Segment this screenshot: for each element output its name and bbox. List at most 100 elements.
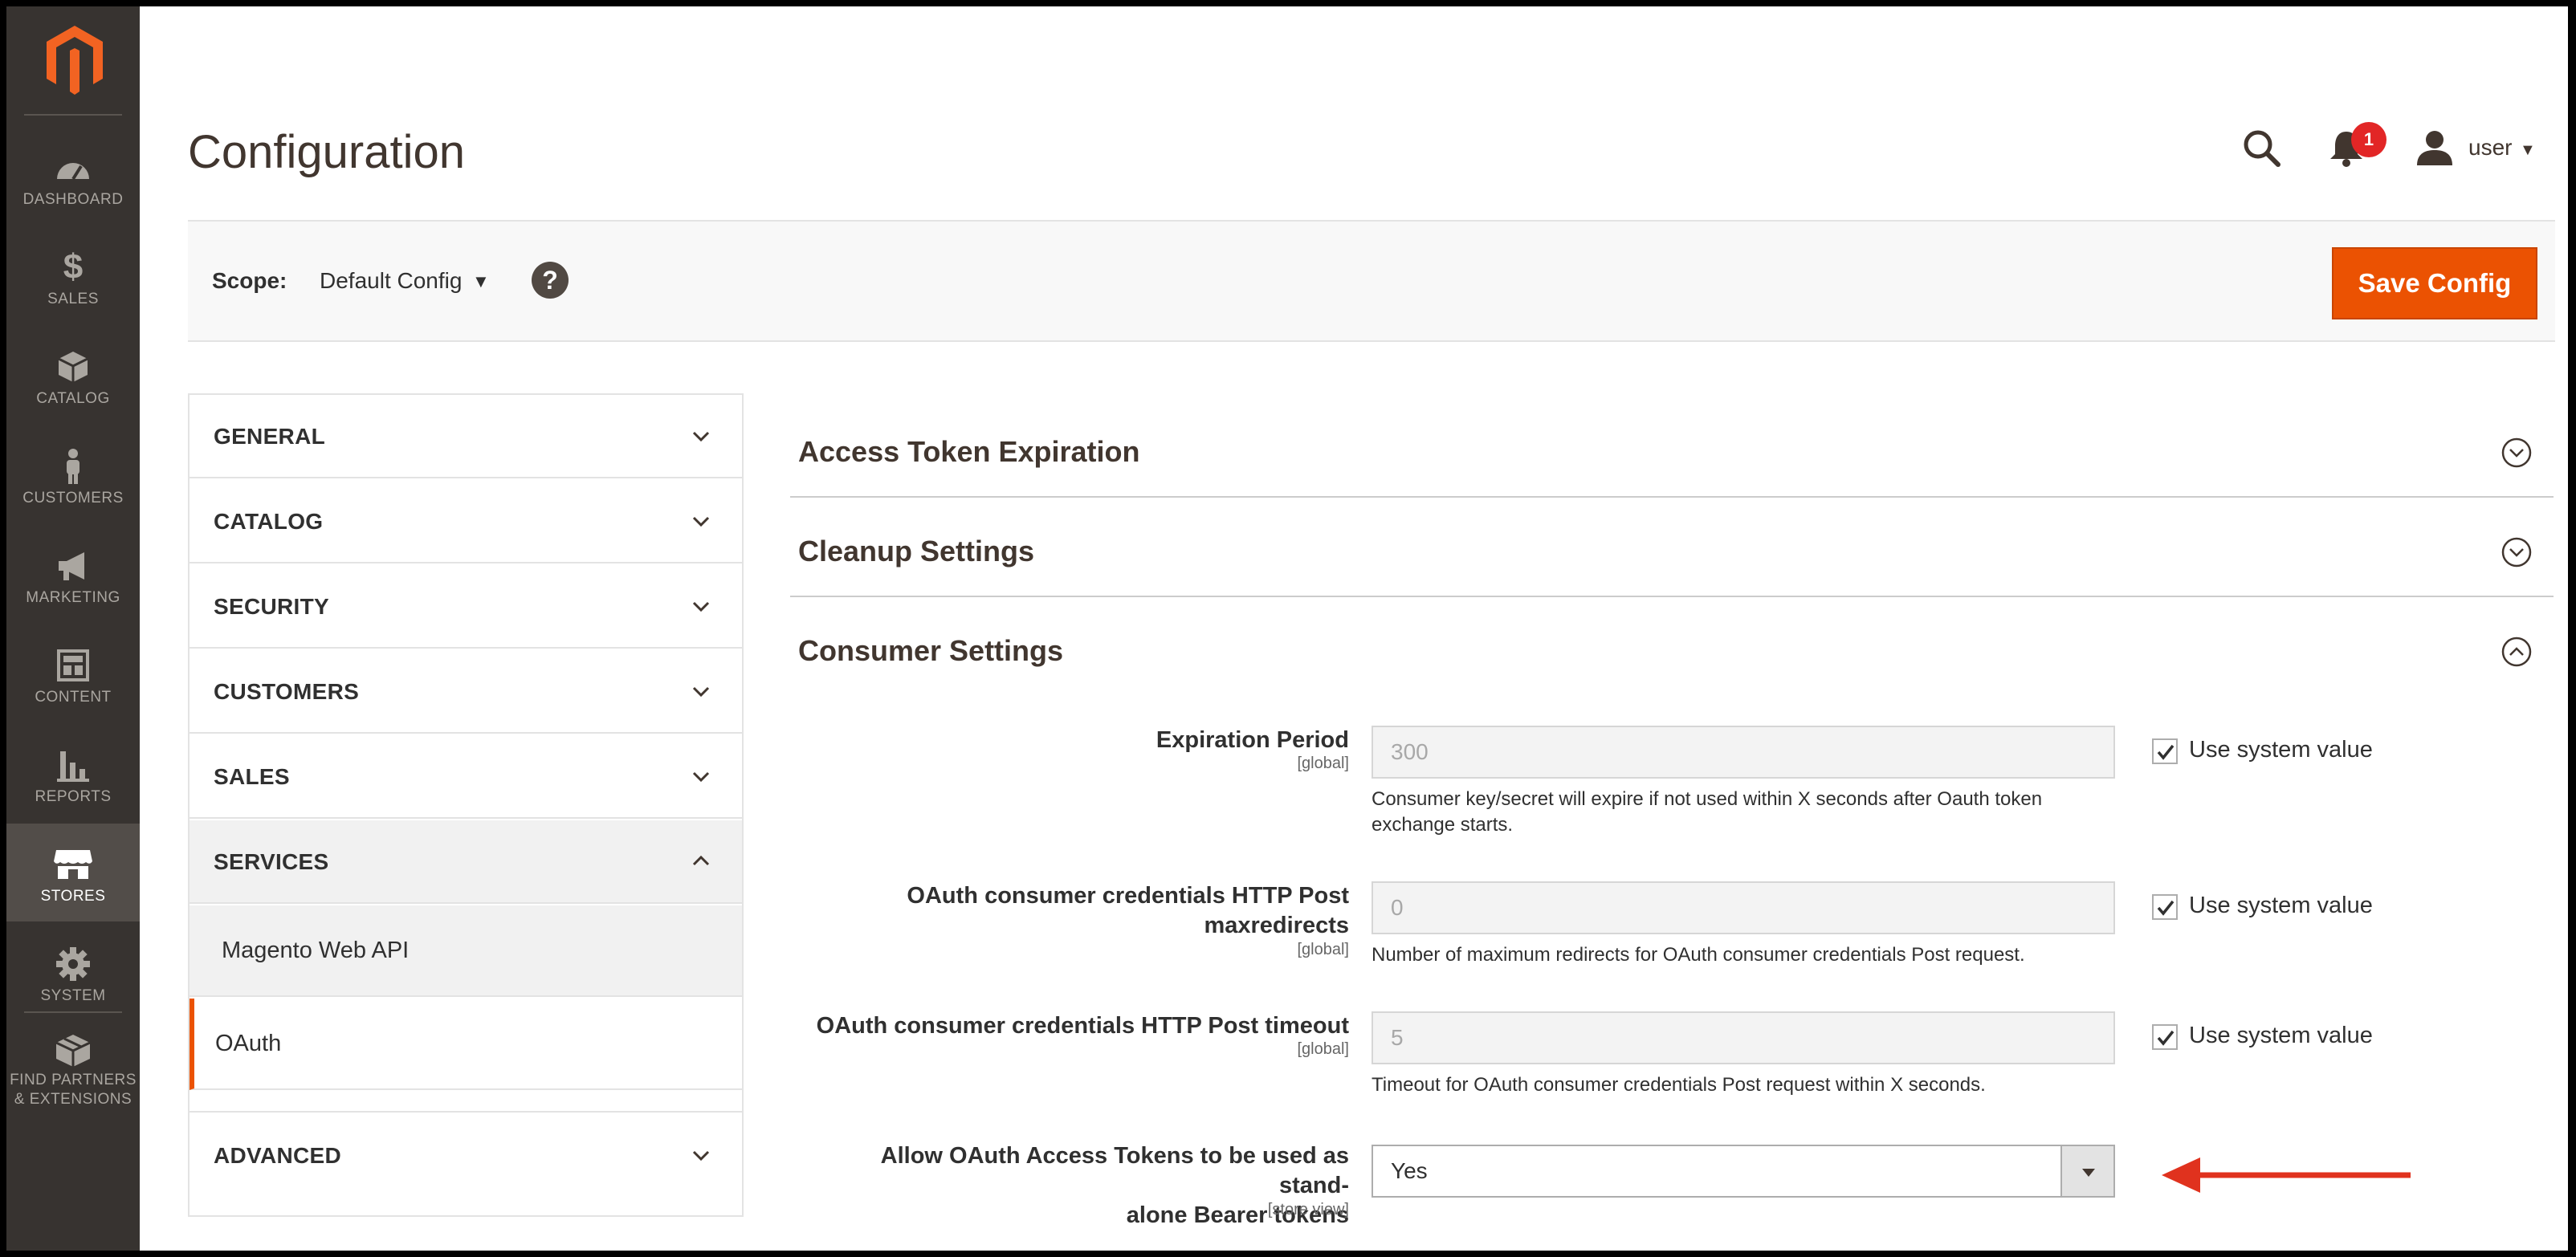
use-system-value-label[interactable]: Use system value bbox=[2189, 737, 2373, 763]
group-title: Consumer Settings bbox=[798, 634, 1064, 667]
group-title: Access Token Expiration bbox=[798, 435, 1140, 468]
expand-circle-icon[interactable] bbox=[2501, 536, 2533, 568]
chevron-down-icon bbox=[692, 1150, 710, 1161]
scope-label: Scope: bbox=[212, 268, 287, 293]
magento-logo-icon[interactable] bbox=[45, 24, 104, 96]
sidebar-item-label: CATALOG bbox=[36, 390, 110, 407]
sidebar-item-label: DASHBOARD bbox=[22, 191, 124, 208]
sidebar-item-label: SYSTEM bbox=[40, 987, 106, 1004]
sidebar-item-reports[interactable]: REPORTS bbox=[6, 724, 140, 822]
sidebar-item-customers[interactable]: CUSTOMERS bbox=[6, 425, 140, 523]
tab-divider bbox=[190, 1092, 742, 1113]
scope-note: [global] bbox=[1297, 941, 1350, 958]
maxredirects-input[interactable]: 0 bbox=[1372, 881, 2115, 934]
checkmark-icon bbox=[2157, 1030, 2175, 1046]
notification-badge[interactable]: 1 bbox=[2351, 122, 2386, 157]
person-icon bbox=[67, 449, 79, 484]
use-system-value-label[interactable]: Use system value bbox=[2189, 893, 2373, 919]
tab-general[interactable]: GENERAL bbox=[190, 395, 742, 478]
sidebar-item-label: SALES bbox=[47, 291, 99, 307]
config-tabs: GENERAL CATALOG SECURITY CUSTOMERS SALES… bbox=[188, 393, 744, 1217]
bearer-tokens-select[interactable]: Yes bbox=[1372, 1145, 2115, 1198]
sidebar-item-content[interactable]: CONTENT bbox=[6, 624, 140, 722]
save-config-button[interactable]: Save Config bbox=[2332, 247, 2537, 319]
expand-circle-icon[interactable] bbox=[2501, 437, 2533, 469]
use-system-value-label[interactable]: Use system value bbox=[2189, 1023, 2373, 1049]
group-access-token-expiration[interactable]: Access Token Expiration bbox=[790, 398, 2554, 498]
chevron-down-icon bbox=[692, 771, 710, 783]
group-cleanup-settings[interactable]: Cleanup Settings bbox=[790, 498, 2554, 597]
tab-customers[interactable]: CUSTOMERS bbox=[190, 650, 742, 734]
group-title: Cleanup Settings bbox=[798, 535, 1035, 567]
dashboard-icon bbox=[57, 163, 89, 181]
scope-bar: Scope: Default Config ▼ ? Save Config bbox=[188, 220, 2555, 342]
sidebar-item-label: MARKETING bbox=[26, 589, 120, 606]
select-dropdown-toggle[interactable] bbox=[2060, 1145, 2115, 1198]
store-icon bbox=[54, 850, 92, 879]
expiration-period-label: Expiration Period bbox=[1156, 727, 1349, 753]
field-note: Consumer key/secret will expire if not u… bbox=[1372, 788, 2043, 836]
sidebar-item-stores[interactable]: STORES bbox=[6, 824, 140, 921]
bar-chart-icon bbox=[57, 751, 89, 782]
use-system-value-checkbox[interactable] bbox=[2152, 738, 2178, 764]
chevron-down-icon bbox=[692, 431, 710, 442]
field-note: Timeout for OAuth consumer credentials P… bbox=[1372, 1074, 1986, 1096]
sidebar-item-dashboard[interactable]: DASHBOARD bbox=[6, 127, 140, 225]
timeout-input[interactable]: 5 bbox=[1372, 1011, 2115, 1064]
app-window: DASHBOARD $ SALES CATALOG CUSTOMERS MARK… bbox=[6, 6, 2568, 1251]
tab-item-oauth[interactable]: OAuth bbox=[190, 999, 742, 1090]
use-system-value-checkbox[interactable] bbox=[2152, 894, 2178, 920]
expiration-period-input[interactable]: 300 bbox=[1372, 726, 2115, 779]
maxredirects-label: OAuth consumer credentials HTTP Post maxr… bbox=[907, 883, 1349, 938]
use-system-value-checkbox[interactable] bbox=[2152, 1024, 2178, 1050]
tab-label: SALES bbox=[214, 764, 290, 789]
megaphone-icon bbox=[59, 552, 84, 580]
checkmark-icon bbox=[2157, 744, 2175, 760]
sidebar-item-catalog[interactable]: CATALOG bbox=[6, 326, 140, 424]
scope-note: [global] bbox=[1297, 1040, 1350, 1058]
timeout-label: OAuth consumer credentials HTTP Post tim… bbox=[816, 1013, 1349, 1039]
search-icon[interactable] bbox=[2242, 128, 2282, 169]
sidebar-item-label: REPORTS bbox=[35, 788, 112, 805]
sidebar-item-system[interactable]: SYSTEM bbox=[6, 923, 140, 1021]
chevron-down-icon bbox=[692, 686, 710, 698]
tab-item-magento-web-api[interactable]: Magento Web API bbox=[190, 905, 742, 997]
collapse-circle-icon[interactable] bbox=[2501, 636, 2533, 668]
sidebar-item-find-partners[interactable]: FIND PARTNERS & EXTENSIONS bbox=[6, 1015, 140, 1119]
tab-item-label: OAuth bbox=[215, 1031, 282, 1056]
sidebar-divider bbox=[24, 1011, 122, 1013]
help-icon[interactable]: ? bbox=[532, 262, 569, 299]
tab-label: ADVANCED bbox=[214, 1143, 341, 1168]
sidebar-item-sales[interactable]: $ SALES bbox=[6, 226, 140, 324]
gear-icon bbox=[56, 947, 90, 981]
layout-icon bbox=[57, 649, 89, 681]
tab-security[interactable]: SECURITY bbox=[190, 565, 742, 649]
sidebar-item-marketing[interactable]: MARKETING bbox=[6, 525, 140, 623]
chevron-up-icon bbox=[692, 855, 710, 866]
user-icon[interactable] bbox=[2415, 128, 2454, 167]
group-consumer-settings[interactable]: Consumer Settings bbox=[790, 597, 2554, 697]
tab-sales[interactable]: SALES bbox=[190, 735, 742, 819]
tab-label: CUSTOMERS bbox=[214, 679, 360, 704]
chevron-down-icon[interactable]: ▼ bbox=[2520, 141, 2536, 160]
sidebar-item-label: CONTENT bbox=[35, 689, 112, 706]
chevron-down-icon[interactable]: ▼ bbox=[472, 271, 490, 292]
sidebar-divider bbox=[24, 114, 122, 116]
tab-label: SECURITY bbox=[214, 594, 329, 619]
tab-label: CATALOG bbox=[214, 509, 324, 534]
page-title: Configuration bbox=[188, 126, 465, 178]
dollar-icon: $ bbox=[63, 247, 84, 287]
user-menu[interactable]: user bbox=[2468, 135, 2512, 161]
blocks-icon bbox=[55, 1035, 91, 1067]
scope-switcher[interactable]: Default Config bbox=[320, 268, 462, 294]
tab-advanced[interactable]: ADVANCED bbox=[190, 1114, 742, 1198]
sidebar-item-label: FIND PARTNERS & EXTENSIONS bbox=[10, 1072, 137, 1108]
field-note: Number of maximum redirects for OAuth co… bbox=[1372, 944, 2025, 966]
tab-label: SERVICES bbox=[214, 849, 329, 874]
chevron-down-icon bbox=[692, 516, 710, 527]
tab-catalog[interactable]: CATALOG bbox=[190, 480, 742, 563]
annotation-arrow-icon bbox=[2162, 1157, 2411, 1193]
admin-sidebar: DASHBOARD $ SALES CATALOG CUSTOMERS MARK… bbox=[6, 6, 140, 1251]
tab-services[interactable]: SERVICES bbox=[190, 820, 742, 904]
scope-note: [global] bbox=[1297, 755, 1350, 772]
